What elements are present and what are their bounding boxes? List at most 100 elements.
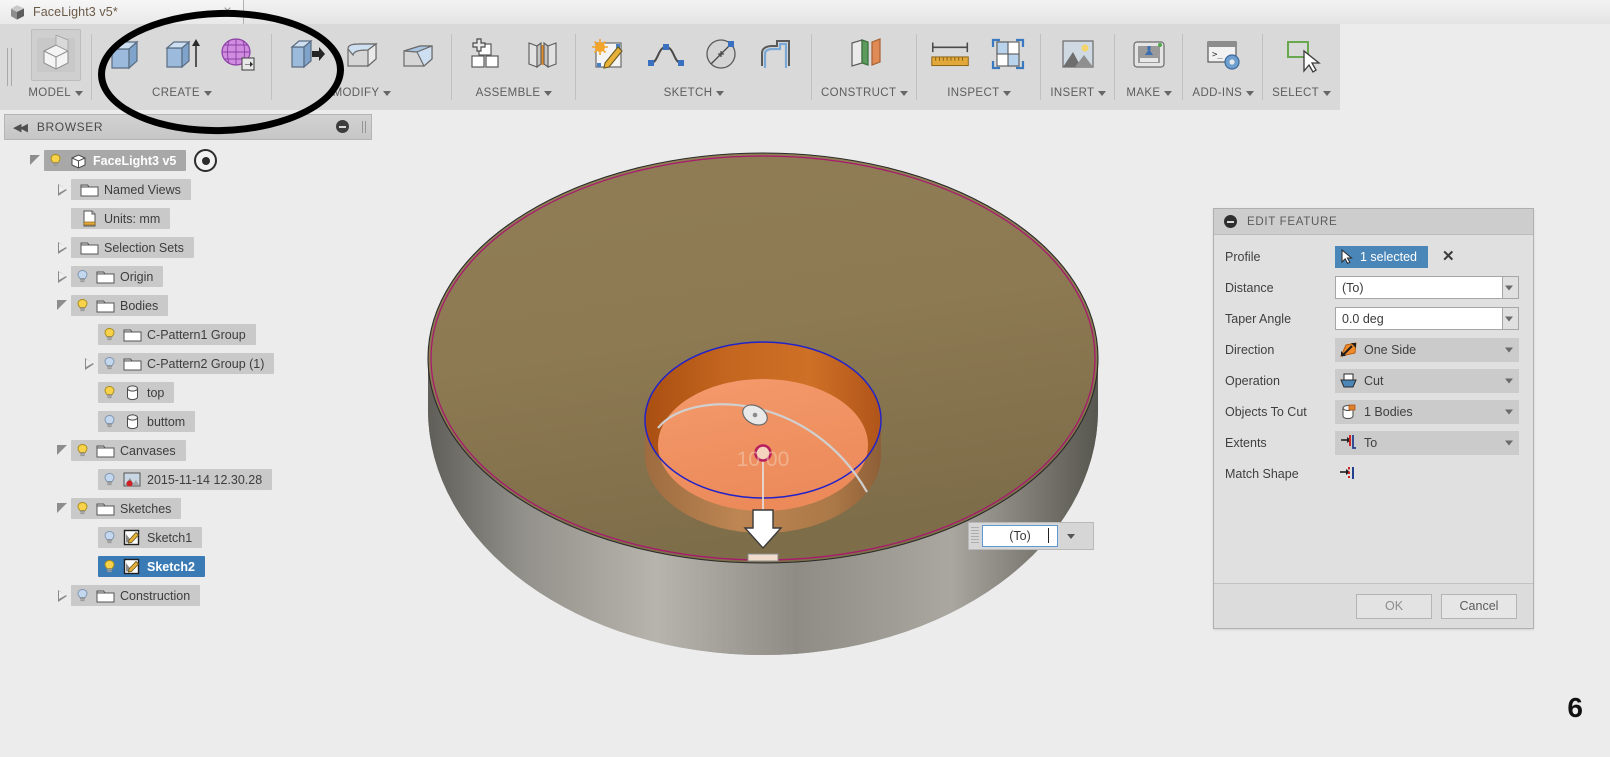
visibility-bulb-icon[interactable] bbox=[71, 269, 93, 284]
tree-item-pill[interactable]: Origin bbox=[71, 266, 164, 287]
ribbon-grip[interactable] bbox=[0, 24, 19, 110]
chevron-down-icon[interactable] bbox=[1503, 307, 1519, 330]
tree-item-2015-11-14-12-30-28[interactable]: 2015-11-14 12.30.28 bbox=[0, 465, 380, 494]
ribbon-label-modify[interactable]: MODIFY bbox=[333, 87, 392, 105]
expand-arrow-icon[interactable] bbox=[80, 349, 98, 378]
clear-selection-icon[interactable]: ✕ bbox=[1442, 249, 1455, 264]
visibility-bulb-icon[interactable] bbox=[71, 501, 93, 516]
ribbon-label-model[interactable]: MODEL bbox=[28, 87, 83, 105]
ok-button[interactable]: OK bbox=[1356, 593, 1432, 619]
tree-item-named-views[interactable]: Named Views bbox=[0, 175, 380, 204]
tree-item-construction[interactable]: Construction bbox=[0, 581, 380, 610]
visibility-bulb-icon[interactable] bbox=[71, 443, 93, 458]
tree-item-pill[interactable]: Selection Sets bbox=[71, 237, 194, 258]
tree-item-c-pattern1-group[interactable]: C-Pattern1 Group bbox=[0, 320, 380, 349]
minimize-icon[interactable] bbox=[336, 120, 349, 133]
tree-item-pill[interactable]: FaceLight3 v5 bbox=[44, 150, 187, 171]
collapse-arrow-icon[interactable] bbox=[53, 494, 71, 523]
tree-item-c-pattern2-group-1[interactable]: C-Pattern2 Group (1) bbox=[0, 349, 380, 378]
dialog-dropdown[interactable]: Cut bbox=[1335, 368, 1519, 393]
expand-arrow-icon[interactable] bbox=[53, 581, 71, 610]
insert-canvas-icon[interactable] bbox=[1053, 29, 1103, 81]
close-icon[interactable]: × bbox=[221, 3, 234, 17]
tree-item-pill[interactable]: C-Pattern2 Group (1) bbox=[98, 353, 275, 374]
visibility-bulb-icon[interactable] bbox=[98, 385, 120, 400]
tree-item-buttom[interactable]: buttom bbox=[0, 407, 380, 436]
measure-icon[interactable] bbox=[926, 29, 976, 81]
visibility-bulb-icon[interactable] bbox=[98, 356, 120, 371]
double-left-arrow-icon[interactable]: ◀◀ bbox=[13, 121, 28, 134]
workspace-cube-icon[interactable] bbox=[30, 29, 81, 81]
scripts-addins-icon[interactable]: >_ bbox=[1198, 29, 1248, 81]
3d-print-icon[interactable] bbox=[1124, 29, 1174, 81]
dialog-text-input[interactable]: 0.0 deg bbox=[1335, 307, 1503, 330]
ribbon-label-insert[interactable]: INSERT bbox=[1050, 87, 1107, 105]
tree-item-pill[interactable]: C-Pattern1 Group bbox=[98, 324, 256, 345]
visibility-bulb-icon[interactable] bbox=[71, 298, 93, 313]
visibility-bulb-icon[interactable] bbox=[44, 153, 66, 168]
tree-item-top[interactable]: top bbox=[0, 378, 380, 407]
select-cursor-icon[interactable] bbox=[1277, 29, 1327, 81]
activate-component-radio[interactable] bbox=[194, 149, 218, 172]
canvas-dimension-input-group[interactable]: (To) bbox=[968, 522, 1094, 550]
visibility-bulb-icon[interactable] bbox=[98, 414, 120, 429]
chevron-down-icon[interactable] bbox=[1503, 276, 1519, 299]
ribbon-label-sketch[interactable]: SKETCH bbox=[664, 87, 725, 105]
expand-arrow-icon[interactable] bbox=[53, 175, 71, 204]
tree-item-canvases[interactable]: Canvases bbox=[0, 436, 380, 465]
ribbon-label-assemble[interactable]: ASSEMBLE bbox=[476, 87, 553, 105]
dialog-dropdown[interactable]: 1 Bodies bbox=[1335, 399, 1519, 424]
tree-item-sketch2[interactable]: Sketch2 bbox=[0, 552, 380, 581]
joint-icon[interactable] bbox=[517, 29, 567, 81]
tree-item-pill[interactable]: Sketch1 bbox=[98, 527, 203, 548]
tree-item-sketch1[interactable]: Sketch1 bbox=[0, 523, 380, 552]
collapse-arrow-icon[interactable] bbox=[53, 291, 71, 320]
tree-item-pill[interactable]: top bbox=[98, 382, 175, 403]
tree-item-sketches[interactable]: Sketches bbox=[0, 494, 380, 523]
tree-item-pill[interactable]: Bodies bbox=[71, 295, 169, 316]
fillet-icon[interactable] bbox=[337, 29, 387, 81]
visibility-bulb-icon[interactable] bbox=[98, 530, 120, 545]
expand-arrow-icon[interactable] bbox=[53, 262, 71, 291]
sculpt-mesh-icon[interactable] bbox=[213, 29, 263, 81]
tree-item-selection-sets[interactable]: Selection Sets bbox=[0, 233, 380, 262]
collapse-arrow-icon[interactable] bbox=[53, 436, 71, 465]
box-icon[interactable] bbox=[101, 29, 151, 81]
tree-item-pill[interactable]: Named Views bbox=[71, 179, 191, 200]
expand-arrow-icon[interactable] bbox=[53, 233, 71, 262]
minimize-icon[interactable] bbox=[1224, 215, 1237, 228]
tree-item-pill[interactable]: 2015-11-14 12.30.28 bbox=[98, 469, 273, 490]
ribbon-label-make[interactable]: MAKE bbox=[1126, 87, 1173, 105]
circle-icon[interactable] bbox=[697, 29, 747, 81]
ribbon-label-inspect[interactable]: INSPECT bbox=[947, 87, 1012, 105]
dialog-dropdown[interactable]: To bbox=[1335, 430, 1519, 455]
tree-item-pill[interactable]: Construction bbox=[71, 585, 201, 606]
offset-icon[interactable] bbox=[753, 29, 803, 81]
dialog-text-input[interactable]: (To) bbox=[1335, 276, 1503, 299]
visibility-bulb-icon[interactable] bbox=[98, 472, 120, 487]
dialog-static-field[interactable] bbox=[1335, 463, 1519, 485]
canvas-dimension-input[interactable]: (To) bbox=[982, 525, 1058, 547]
tree-item-pill[interactable]: Canvases bbox=[71, 440, 186, 461]
tree-item-pill[interactable]: Sketch2 bbox=[98, 556, 205, 577]
offset-plane-icon[interactable] bbox=[840, 29, 890, 81]
tree-item-pill[interactable]: Units: mm bbox=[71, 208, 171, 229]
chevron-down-icon[interactable] bbox=[1067, 533, 1075, 539]
chamfer-icon[interactable] bbox=[393, 29, 443, 81]
new-component-icon[interactable] bbox=[461, 29, 511, 81]
ribbon-label-create[interactable]: CREATE bbox=[152, 87, 212, 105]
tree-item-bodies[interactable]: Bodies bbox=[0, 291, 380, 320]
tree-item-pill[interactable]: Sketches bbox=[71, 498, 182, 519]
ribbon-label-addins[interactable]: ADD-INS bbox=[1192, 87, 1255, 105]
visibility-bulb-icon[interactable] bbox=[98, 559, 120, 574]
tree-item-origin[interactable]: Origin bbox=[0, 262, 380, 291]
ribbon-label-select[interactable]: SELECT bbox=[1272, 87, 1331, 105]
tree-item-units-mm[interactable]: Units: mm bbox=[0, 204, 380, 233]
cancel-button[interactable]: Cancel bbox=[1441, 593, 1517, 619]
extrude-icon[interactable] bbox=[157, 29, 207, 81]
panel-resize-grip[interactable] bbox=[362, 121, 366, 133]
drag-grip-icon[interactable] bbox=[971, 527, 979, 545]
visibility-bulb-icon[interactable] bbox=[71, 588, 93, 603]
dialog-dropdown[interactable]: One Side bbox=[1335, 337, 1519, 362]
tree-item-facelight3-v5[interactable]: FaceLight3 v5 bbox=[0, 146, 380, 175]
